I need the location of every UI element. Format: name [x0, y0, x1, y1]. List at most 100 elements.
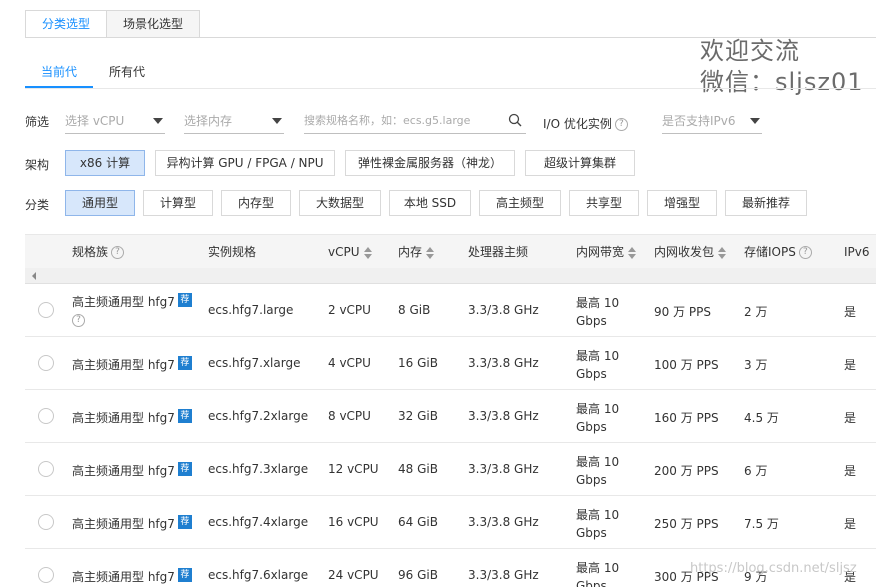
cell-vcpu: 4 vCPU: [328, 356, 371, 370]
arch-label: 架构: [25, 158, 50, 172]
cell-pps: 250 万 PPS: [654, 517, 719, 531]
sort-icon[interactable]: [628, 246, 637, 259]
table-row[interactable]: 高主频通用型 hfg7 荐 ecs.hfg7.4xlarge 16 vCPU 64 Gi…: [25, 496, 876, 549]
row-radio[interactable]: [38, 567, 54, 583]
cell-cpu-freq: 3.3/3.8 GHz: [468, 515, 539, 529]
header-vcpu[interactable]: vCPU: [328, 235, 372, 269]
row-radio[interactable]: [38, 302, 54, 318]
help-icon[interactable]: ?: [798, 246, 812, 259]
cell-family: 高主频通用型 hfg7 荐: [72, 568, 192, 585]
cell-memory: 16 GiB: [398, 356, 438, 370]
cell-bandwidth: 最高 10 Gbps: [576, 294, 626, 330]
header-family: 规格族?: [72, 235, 125, 269]
table-header: 规格族? 实例规格 vCPU 内存 处理器主频 内网带宽 内网收发包 存储IOP…: [25, 234, 876, 268]
sort-icon[interactable]: [363, 246, 372, 259]
search-placeholder: 搜索规格名称，如：ecs.g5.large: [304, 114, 471, 127]
vcpu-select[interactable]: 选择 vCPU: [65, 108, 165, 134]
selection-mode-tabs: 分类选型 场景化选型: [25, 10, 201, 38]
header-pps[interactable]: 内网收发包: [654, 235, 727, 269]
io-optimized-label: I/O 优化实例?: [543, 115, 628, 132]
ipv6-select[interactable]: 是否支持IPv6: [662, 108, 762, 134]
scroll-left-icon[interactable]: [32, 272, 36, 280]
recommend-badge: 荐: [177, 409, 192, 423]
io-optimized-text: I/O 优化实例: [543, 117, 612, 131]
cell-vcpu: 12 vCPU: [328, 462, 379, 476]
subtabs-divider: [25, 88, 876, 89]
watermark-line-1: 欢迎交流: [700, 37, 800, 65]
header-spec: 实例规格: [208, 245, 257, 259]
sort-icon[interactable]: [426, 246, 435, 259]
row-radio[interactable]: [38, 461, 54, 477]
watermark-line-2: 微信：sljsz01: [700, 68, 864, 96]
cell-bandwidth-line2: Gbps: [576, 420, 607, 434]
row-radio[interactable]: [38, 408, 54, 424]
instance-spec-table: 规格族? 实例规格 vCPU 内存 处理器主频 内网带宽 内网收发包 存储IOP…: [25, 234, 876, 587]
cell-memory: 32 GiB: [398, 409, 438, 423]
cell-spec: ecs.hfg7.2xlarge: [208, 409, 309, 423]
generation-tabs: 当前代 所有代: [25, 58, 161, 88]
tab-current-generation[interactable]: 当前代: [25, 58, 94, 88]
chevron-down-icon: [153, 118, 163, 124]
table-row[interactable]: 高主频通用型 hfg7 荐 ecs.hfg7.xlarge 4 vCPU 16 GiB 3…: [25, 337, 876, 390]
cell-family: 高主频通用型 hfg7 荐: [72, 356, 192, 373]
table-row[interactable]: 高主频通用型 hfg7 荐 ecs.hfg7.3xlarge 12 vCPU 48 Gi…: [25, 443, 876, 496]
memory-select[interactable]: 选择内存: [184, 108, 284, 134]
cell-iops: 2 万: [744, 305, 768, 319]
cell-ipv6: 是: [844, 305, 857, 319]
ipv6-select-placeholder: 是否支持IPv6: [662, 114, 736, 128]
tab-all-generations[interactable]: 所有代: [93, 58, 161, 88]
cell-memory: 8 GiB: [398, 303, 431, 317]
cell-iops: 4.5 万: [744, 411, 779, 425]
cell-family-text: 高主频通用型 hfg7: [72, 358, 175, 372]
header-bandwidth-text: 内网带宽: [576, 245, 625, 259]
cell-ipv6: 是: [844, 358, 857, 372]
category-compute-button[interactable]: 计算型: [143, 190, 213, 216]
cell-bandwidth: 最高 10 Gbps: [576, 559, 626, 587]
category-shared-button[interactable]: 共享型: [569, 190, 639, 216]
table-row[interactable]: 高主频通用型 hfg7 荐 ecs.hfg7.2xlarge 8 vCPU 32 GiB…: [25, 390, 876, 443]
table-row[interactable]: 高主频通用型 hfg7 荐? ecs.hfg7.large 2 vCPU 8 GiB 3.…: [25, 284, 876, 337]
category-memory-button[interactable]: 内存型: [221, 190, 291, 216]
arch-super-computing-button[interactable]: 超级计算集群: [525, 150, 635, 176]
sort-icon[interactable]: [718, 246, 727, 259]
cell-bandwidth-line2: Gbps: [576, 367, 607, 381]
cell-iops: 7.5 万: [744, 517, 779, 531]
arch-heterogeneous-button[interactable]: 异构计算 GPU / FPGA / NPU: [155, 150, 335, 176]
header-memory[interactable]: 内存: [398, 235, 435, 269]
tab-category-selection[interactable]: 分类选型: [25, 10, 108, 38]
cell-iops: 3 万: [744, 358, 768, 372]
category-enhanced-button[interactable]: 增强型: [647, 190, 717, 216]
category-high-freq-button[interactable]: 高主频型: [479, 190, 561, 216]
category-general-button[interactable]: 通用型: [65, 190, 135, 216]
header-family-text: 规格族: [72, 245, 109, 259]
cell-bandwidth: 最高 10 Gbps: [576, 400, 626, 436]
row-radio[interactable]: [38, 355, 54, 371]
horizontal-scrollbar[interactable]: [25, 268, 876, 284]
cell-vcpu: 24 vCPU: [328, 568, 379, 582]
cell-family: 高主频通用型 hfg7 荐: [72, 515, 192, 532]
help-icon[interactable]: ?: [111, 246, 125, 259]
header-bandwidth[interactable]: 内网带宽: [576, 235, 637, 269]
cell-family-text: 高主频通用型 hfg7: [72, 411, 175, 425]
header-iops: 存储IOPS?: [744, 235, 812, 269]
search-icon[interactable]: [508, 113, 522, 127]
help-icon[interactable]: ?: [614, 118, 628, 131]
help-icon[interactable]: ?: [72, 314, 85, 327]
cell-bandwidth-line2: Gbps: [576, 579, 607, 587]
arch-bare-metal-button[interactable]: 弹性裸金属服务器（神龙）: [345, 150, 515, 176]
memory-select-placeholder: 选择内存: [184, 114, 233, 128]
header-cpu-freq: 处理器主频: [468, 245, 529, 259]
cell-bandwidth-line2: Gbps: [576, 526, 607, 540]
row-radio[interactable]: [38, 514, 54, 530]
cell-vcpu: 16 vCPU: [328, 515, 379, 529]
tab-scenario-selection[interactable]: 场景化选型: [107, 10, 201, 38]
arch-x86-button[interactable]: x86 计算: [65, 150, 145, 176]
recommend-badge: 荐: [177, 515, 192, 529]
header-iops-text: 存储IOPS: [744, 245, 796, 259]
spec-search-input[interactable]: 搜索规格名称，如：ecs.g5.large: [304, 108, 526, 134]
chevron-down-icon: [750, 118, 760, 124]
category-big-data-button[interactable]: 大数据型: [299, 190, 381, 216]
category-local-ssd-button[interactable]: 本地 SSD: [389, 190, 471, 216]
category-latest-button[interactable]: 最新推荐: [725, 190, 807, 216]
cell-cpu-freq: 3.3/3.8 GHz: [468, 409, 539, 423]
